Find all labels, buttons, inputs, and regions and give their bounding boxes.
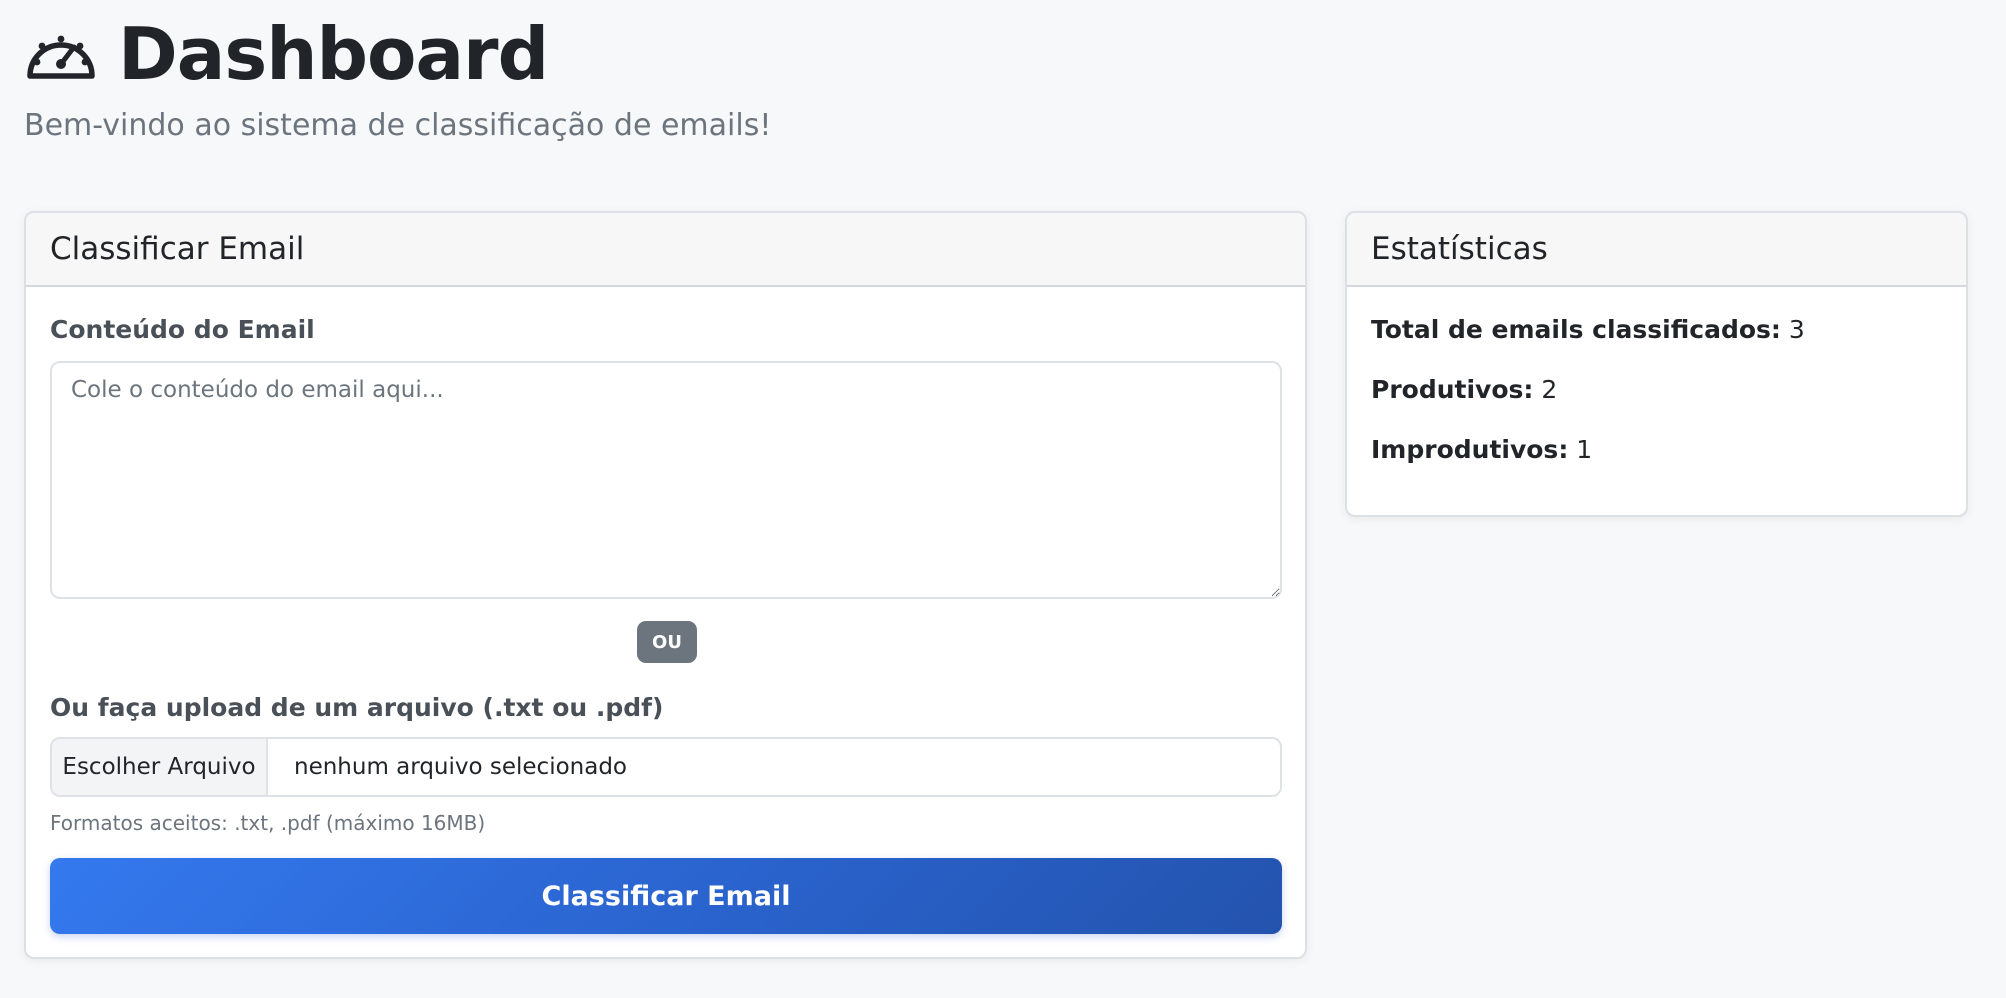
- upload-label: Ou faça upload de um arquivo (.txt ou .p…: [50, 693, 664, 722]
- email-content-label: Conteúdo do Email: [50, 315, 315, 344]
- file-upload-input[interactable]: Escolher Arquivo nenhum arquivo selecion…: [50, 737, 1282, 797]
- stat-productive-value: 2: [1541, 375, 1558, 404]
- tachometer-icon: [27, 35, 95, 79]
- stat-total-value: 3: [1788, 315, 1805, 344]
- page-header: Dashboard: [24, 10, 549, 98]
- selected-file-name: nenhum arquivo selecionado: [294, 754, 628, 780]
- choose-file-button[interactable]: Escolher Arquivo: [52, 739, 268, 795]
- page-title: Dashboard: [118, 12, 549, 96]
- stat-productive: Produtivos: 2: [1371, 375, 1557, 404]
- statistics-card-header: Estatísticas: [1347, 213, 1966, 287]
- stat-total-label: Total de emails classificados:: [1371, 315, 1781, 344]
- classify-card-header: Classificar Email: [26, 213, 1305, 287]
- stat-total: Total de emails classificados: 3: [1371, 315, 1805, 344]
- email-content-textarea[interactable]: [50, 361, 1282, 599]
- classify-email-card: Classificar Email Conteúdo do Email OU O…: [24, 211, 1307, 959]
- stat-unproductive: Improdutivos: 1: [1371, 435, 1592, 464]
- stat-unproductive-value: 1: [1576, 435, 1593, 464]
- or-badge: OU: [637, 621, 697, 663]
- classify-email-button[interactable]: Classificar Email: [50, 858, 1282, 934]
- stat-unproductive-label: Improdutivos:: [1371, 435, 1569, 464]
- statistics-card: Estatísticas Total de emails classificad…: [1345, 211, 1968, 517]
- page-subtitle: Bem-vindo ao sistema de classificação de…: [24, 108, 772, 143]
- file-format-help-text: Formatos aceitos: .txt, .pdf (máximo 16M…: [50, 811, 486, 835]
- title-row: Dashboard: [24, 10, 549, 98]
- stat-productive-label: Produtivos:: [1371, 375, 1534, 404]
